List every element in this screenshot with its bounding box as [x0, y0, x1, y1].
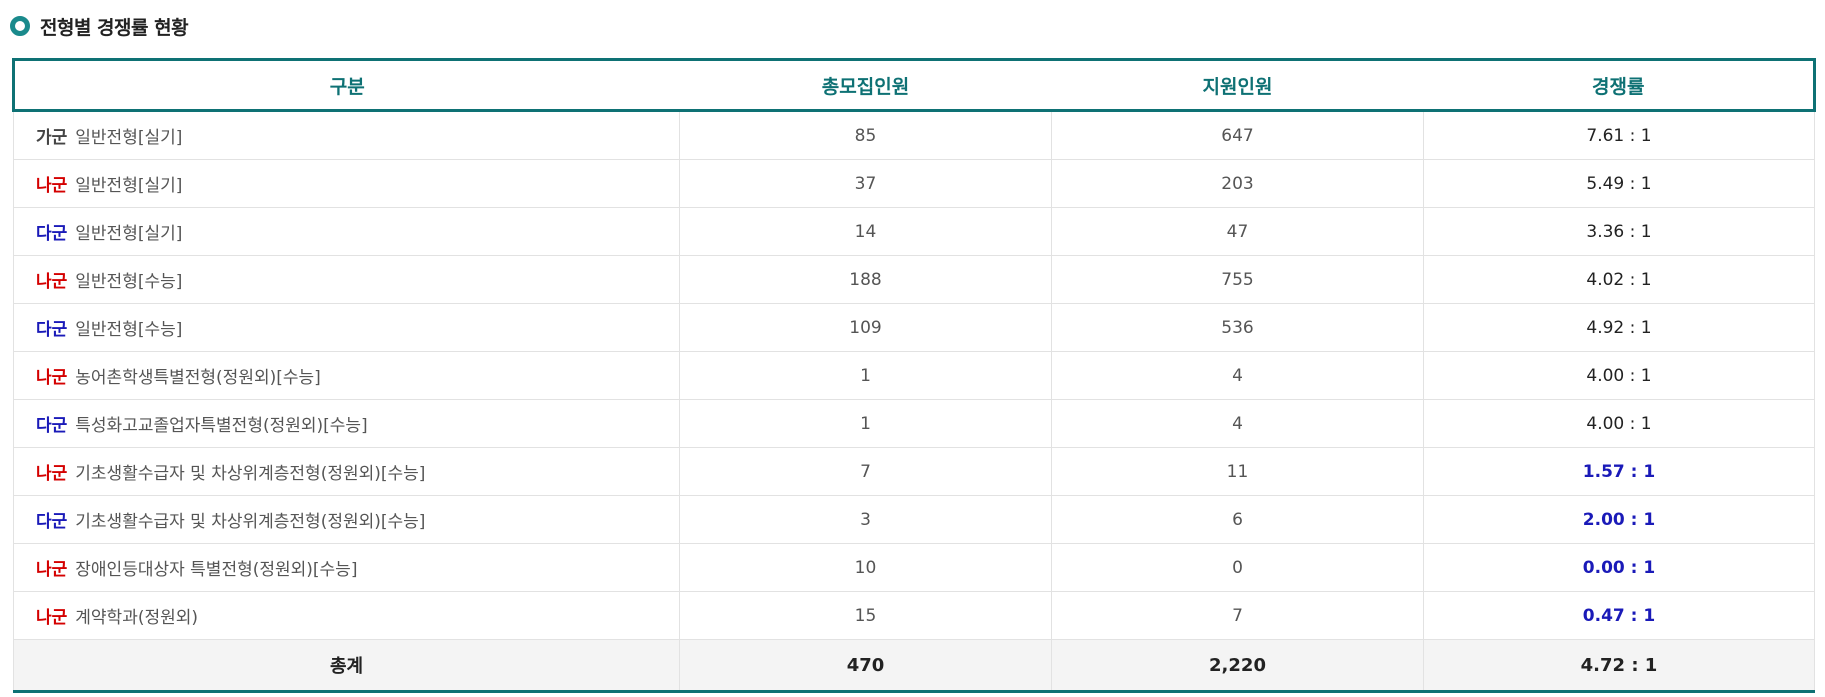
admission-type-name: 특성화고교졸업자특별전형(정원외)[수능] — [75, 416, 368, 436]
cell-competition-rate: 0.00 : 1 — [1423, 543, 1815, 592]
admission-type-name: 일반전형[수능] — [75, 272, 183, 292]
admission-group-label: 다군 — [36, 320, 68, 340]
cell-category: 가군 일반전형[실기] — [13, 110, 680, 160]
total-quota: 470 — [679, 639, 1052, 693]
cell-competition-rate: 4.00 : 1 — [1423, 351, 1815, 400]
cell-total-quota: 15 — [679, 591, 1052, 640]
cell-total-quota: 7 — [679, 447, 1052, 496]
cell-category: 나군 일반전형[실기] — [13, 159, 680, 208]
cell-applicants: 536 — [1051, 303, 1424, 352]
admission-group-label: 다군 — [36, 416, 68, 436]
cell-category: 다군 특성화고교졸업자특별전형(정원외)[수능] — [13, 399, 680, 448]
cell-category: 다군 기초생활수급자 및 차상위계층전형(정원외)[수능] — [13, 495, 680, 544]
cell-category: 나군 기초생활수급자 및 차상위계층전형(정원외)[수능] — [13, 447, 680, 496]
table-row: 나군 계약학과(정원외) 15 7 0.47 : 1 — [13, 591, 1815, 640]
cell-applicants: 11 — [1051, 447, 1424, 496]
cell-total-quota: 3 — [679, 495, 1052, 544]
cell-applicants: 203 — [1051, 159, 1424, 208]
table-row: 나군 일반전형[실기] 37 203 5.49 : 1 — [13, 159, 1815, 208]
table-row: 나군 일반전형[수능] 188 755 4.02 : 1 — [13, 255, 1815, 304]
section-title: 전형별 경쟁률 현황 — [40, 16, 189, 39]
cell-competition-rate: 7.61 : 1 — [1423, 110, 1815, 160]
header-category: 구분 — [12, 58, 680, 112]
cell-applicants: 0 — [1051, 543, 1424, 592]
cell-total-quota: 14 — [679, 207, 1052, 256]
cell-applicants: 6 — [1051, 495, 1424, 544]
header-applicants: 지원인원 — [1051, 58, 1424, 112]
cell-competition-rate: 1.57 : 1 — [1423, 447, 1815, 496]
cell-category: 나군 농어촌학생특별전형(정원외)[수능] — [13, 351, 680, 400]
total-ratio: 4.72 : 1 — [1423, 639, 1815, 693]
admission-type-name: 기초생활수급자 및 차상위계층전형(정원외)[수능] — [75, 512, 426, 532]
table-row: 나군 장애인등대상자 특별전형(정원외)[수능] 10 0 0.00 : 1 — [13, 543, 1815, 592]
admission-group-label: 다군 — [36, 512, 68, 532]
section-header: 전형별 경쟁률 현황 — [10, 14, 189, 39]
admission-type-name: 일반전형[수능] — [75, 320, 183, 340]
table-row: 나군 기초생활수급자 및 차상위계층전형(정원외)[수능] 7 11 1.57 : 1 — [13, 447, 1815, 496]
table-row: 나군 농어촌학생특별전형(정원외)[수능] 1 4 4.00 : 1 — [13, 351, 1815, 400]
competition-rate-table-container: 구분 총모집인원 지원인원 경쟁률 가군 일반전형[실기] 85 647 7.61 : … — [12, 58, 1816, 693]
admission-type-name: 계약학과(정원외) — [75, 608, 199, 628]
cell-applicants: 647 — [1051, 110, 1424, 160]
admission-group-label: 나군 — [36, 560, 68, 580]
competition-rate-table: 구분 총모집인원 지원인원 경쟁률 가군 일반전형[실기] 85 647 7.61 : … — [12, 58, 1816, 693]
total-label: 총계 — [13, 639, 680, 693]
cell-total-quota: 188 — [679, 255, 1052, 304]
cell-competition-rate: 5.49 : 1 — [1423, 159, 1815, 208]
cell-competition-rate: 3.36 : 1 — [1423, 207, 1815, 256]
admission-type-name: 일반전형[실기] — [75, 128, 183, 148]
table-total-row: 총계 470 2,220 4.72 : 1 — [13, 639, 1815, 693]
cell-total-quota: 10 — [679, 543, 1052, 592]
table-header-row: 구분 총모집인원 지원인원 경쟁률 — [12, 58, 1816, 112]
cell-applicants: 4 — [1051, 399, 1424, 448]
admission-group-label: 나군 — [36, 608, 68, 628]
total-applicants: 2,220 — [1051, 639, 1424, 693]
header-total-quota: 총모집인원 — [679, 58, 1052, 112]
cell-competition-rate: 4.02 : 1 — [1423, 255, 1815, 304]
cell-category: 다군 일반전형[실기] — [13, 207, 680, 256]
admission-group-label: 나군 — [36, 176, 68, 196]
cell-applicants: 7 — [1051, 591, 1424, 640]
admission-type-name: 일반전형[실기] — [75, 224, 183, 244]
cell-category: 나군 장애인등대상자 특별전형(정원외)[수능] — [13, 543, 680, 592]
table-row: 다군 특성화고교졸업자특별전형(정원외)[수능] 1 4 4.00 : 1 — [13, 399, 1815, 448]
cell-applicants: 4 — [1051, 351, 1424, 400]
cell-total-quota: 85 — [679, 110, 1052, 160]
admission-group-label: 가군 — [36, 128, 68, 148]
cell-competition-rate: 4.00 : 1 — [1423, 399, 1815, 448]
cell-category: 나군 일반전형[수능] — [13, 255, 680, 304]
admission-group-label: 다군 — [36, 224, 68, 244]
cell-total-quota: 109 — [679, 303, 1052, 352]
table-row: 다군 기초생활수급자 및 차상위계층전형(정원외)[수능] 3 6 2.00 : 1 — [13, 495, 1815, 544]
cell-category: 다군 일반전형[수능] — [13, 303, 680, 352]
table-row: 다군 일반전형[실기] 14 47 3.36 : 1 — [13, 207, 1815, 256]
table-row: 가군 일반전형[실기] 85 647 7.61 : 1 — [13, 110, 1815, 160]
admission-type-name: 일반전형[실기] — [75, 176, 183, 196]
cell-competition-rate: 4.92 : 1 — [1423, 303, 1815, 352]
admission-type-name: 농어촌학생특별전형(정원외)[수능] — [75, 368, 321, 388]
admission-group-label: 나군 — [36, 272, 68, 292]
header-competition-rate: 경쟁률 — [1423, 58, 1816, 112]
table-body: 가군 일반전형[실기] 85 647 7.61 : 1 나군 일반전형[실기] 37 203 5.… — [13, 110, 1815, 640]
admission-type-name: 기초생활수급자 및 차상위계층전형(정원외)[수능] — [75, 464, 426, 484]
cell-competition-rate: 0.47 : 1 — [1423, 591, 1815, 640]
admission-group-label: 나군 — [36, 464, 68, 484]
cell-applicants: 47 — [1051, 207, 1424, 256]
table-row: 다군 일반전형[수능] 109 536 4.92 : 1 — [13, 303, 1815, 352]
cell-applicants: 755 — [1051, 255, 1424, 304]
cell-total-quota: 1 — [679, 399, 1052, 448]
cell-total-quota: 1 — [679, 351, 1052, 400]
cell-competition-rate: 2.00 : 1 — [1423, 495, 1815, 544]
admission-type-name: 장애인등대상자 특별전형(정원외)[수능] — [75, 560, 358, 580]
admission-group-label: 나군 — [36, 368, 68, 388]
cell-total-quota: 37 — [679, 159, 1052, 208]
circle-bullet-icon — [10, 16, 30, 36]
cell-category: 나군 계약학과(정원외) — [13, 591, 680, 640]
